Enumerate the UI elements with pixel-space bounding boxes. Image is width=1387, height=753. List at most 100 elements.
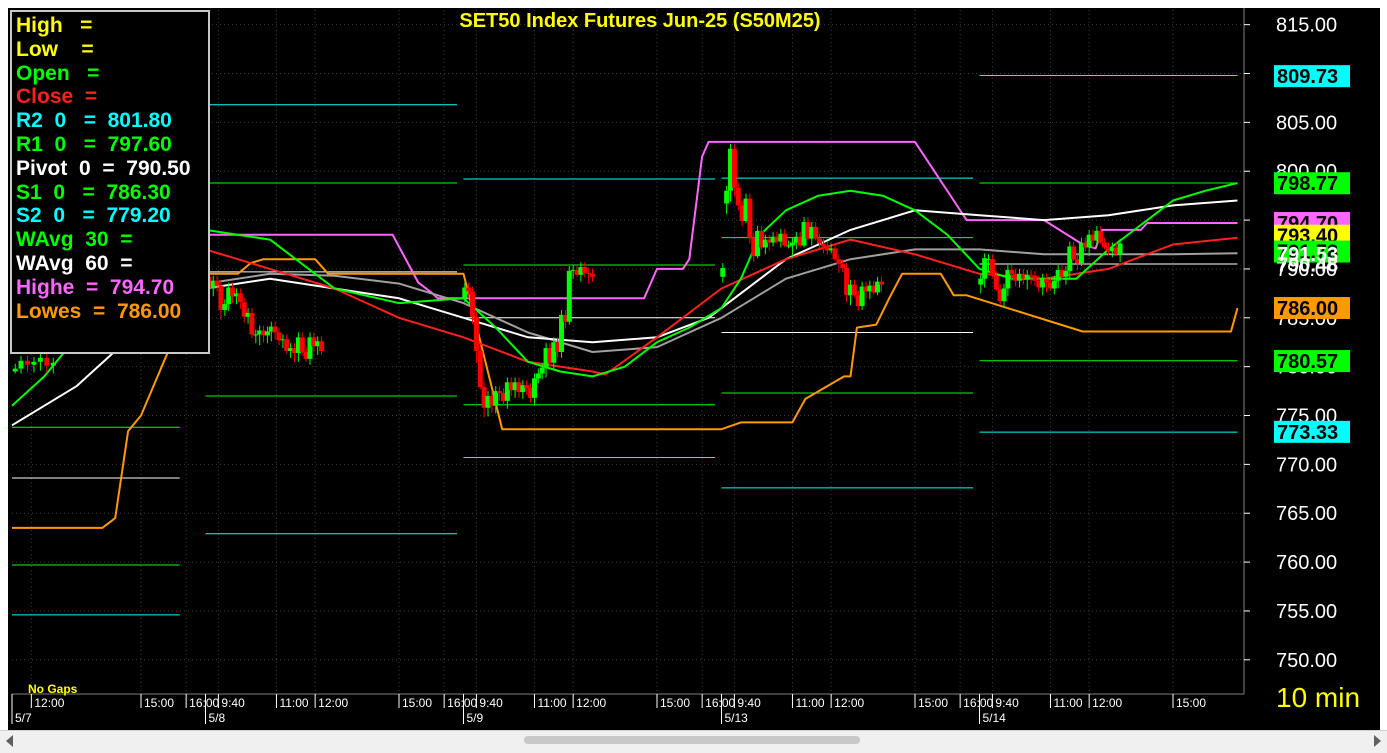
- candle-body: [466, 287, 472, 292]
- info-panel[interactable]: High = Low = Open = Close = R2 0 = 801.8…: [10, 10, 210, 354]
- x-tick-label: 15:00: [402, 696, 432, 710]
- x-tick-label: 12:00: [576, 696, 606, 710]
- info-wavg30: WAvg 30 =: [16, 228, 133, 252]
- candle-body: [817, 238, 823, 244]
- y-tick-label: 750.00: [1276, 650, 1337, 672]
- x-tick-label: 11:00: [795, 696, 824, 710]
- candle-body: [1098, 230, 1104, 243]
- candle-body: [1009, 269, 1015, 274]
- candle-body: [582, 266, 588, 273]
- no-gaps-label: No Gaps: [28, 682, 78, 696]
- info-pivot: Pivot 0 = 790.50: [16, 156, 191, 180]
- x-tick-label: 12:00: [318, 696, 348, 710]
- x-tick-label: 11:00: [279, 696, 308, 710]
- candle-body: [37, 357, 43, 362]
- scroll-thumb[interactable]: [524, 736, 860, 744]
- horizontal-scrollbar[interactable]: [0, 730, 1387, 753]
- candle-body: [813, 226, 819, 239]
- x-tick-label: 15:00: [1176, 696, 1206, 710]
- candle-body: [1102, 242, 1108, 248]
- price-badge: 798.77: [1277, 173, 1338, 195]
- candle-body: [524, 385, 530, 389]
- date-label: 5/14: [983, 711, 1007, 725]
- price-badge: 809.73: [1277, 66, 1338, 88]
- x-tick-label: 16:00: [963, 696, 993, 710]
- candle-body: [531, 378, 537, 398]
- info-low: Low =: [16, 37, 94, 61]
- scroll-right-icon[interactable]: [1374, 735, 1381, 747]
- candle-body: [535, 373, 541, 379]
- y-tick-label: 770.00: [1276, 454, 1337, 476]
- x-tick-label: 9:40: [479, 696, 503, 710]
- x-tick-label: 12:00: [34, 696, 64, 710]
- candle-body: [851, 284, 857, 296]
- candle-body: [820, 243, 826, 247]
- info-lowest: Lowes = 786.00: [16, 299, 182, 323]
- candle-body: [319, 341, 325, 352]
- candle-body: [253, 334, 259, 336]
- date-label: 5/7: [15, 711, 32, 725]
- x-tick-label: 16:00: [447, 696, 477, 710]
- x-tick-label: 9:40: [995, 696, 1019, 710]
- info-r1: R1 0 = 797.60: [16, 132, 172, 156]
- candle-body: [24, 360, 30, 365]
- info-s2: S2 0 = 779.20: [16, 204, 171, 228]
- candle-body: [497, 391, 503, 394]
- info-open: Open =: [16, 61, 100, 85]
- candle-body: [982, 258, 988, 279]
- y-tick-label: 765.00: [1276, 503, 1337, 525]
- price-badge: 790.48: [1277, 254, 1338, 276]
- x-tick-label: 15:00: [144, 696, 174, 710]
- date-label: 5/9: [467, 711, 484, 725]
- x-tick-label: 12:00: [1092, 696, 1122, 710]
- candle-body: [1071, 246, 1077, 260]
- candle-body: [989, 259, 995, 276]
- candle-body: [1117, 243, 1123, 255]
- candle-body: [249, 312, 255, 335]
- candle-body: [272, 326, 278, 333]
- candle-body: [31, 361, 37, 365]
- price-badge: 780.57: [1277, 351, 1338, 373]
- candle-body: [878, 281, 884, 285]
- x-tick-label: 12:00: [834, 696, 864, 710]
- candle-body: [473, 316, 479, 352]
- info-wavg60: WAvg 60 =: [16, 251, 133, 275]
- candle-body: [237, 293, 243, 303]
- scroll-left-icon[interactable]: [6, 735, 13, 747]
- x-tick-label: 11:00: [537, 696, 566, 710]
- info-s1: S1 0 = 786.30: [16, 180, 171, 204]
- y-tick-label: 805.00: [1276, 112, 1337, 134]
- candle-body: [1063, 270, 1069, 277]
- x-tick-label: 16:00: [189, 696, 219, 710]
- candle-body: [731, 148, 737, 188]
- candle-body: [222, 304, 228, 310]
- timeframe-label[interactable]: 10 min: [1276, 682, 1360, 714]
- candle-body: [12, 368, 18, 372]
- price-badge: 773.33: [1277, 422, 1338, 444]
- candle-body: [50, 362, 56, 366]
- candle-body: [789, 242, 795, 246]
- candle-body: [493, 391, 499, 406]
- candle-body: [44, 357, 50, 366]
- candle-body: [832, 248, 838, 260]
- candle-body: [539, 367, 545, 374]
- x-tick-label: 15:00: [660, 696, 690, 710]
- candle-body: [590, 273, 595, 277]
- x-tick-label: 11:00: [1053, 696, 1082, 710]
- candle-body: [1032, 275, 1038, 281]
- info-r2: R2 0 = 801.80: [16, 109, 172, 133]
- candle-body: [299, 337, 305, 352]
- candle-body: [720, 267, 726, 277]
- candle-body: [566, 270, 572, 322]
- info-high: High =: [16, 14, 93, 37]
- candle-body: [724, 190, 730, 204]
- candle-body: [276, 332, 282, 341]
- price-chart[interactable]: 815.00810.00805.00800.00795.00790.00785.…: [8, 8, 1380, 730]
- x-tick-label: 9:40: [737, 696, 761, 710]
- candle-body: [747, 198, 753, 238]
- price-badge: 786.00: [1277, 298, 1338, 320]
- date-label: 5/8: [209, 711, 226, 725]
- date-label: 5/13: [725, 711, 749, 725]
- candle-body: [264, 331, 270, 336]
- candle-body: [18, 360, 24, 369]
